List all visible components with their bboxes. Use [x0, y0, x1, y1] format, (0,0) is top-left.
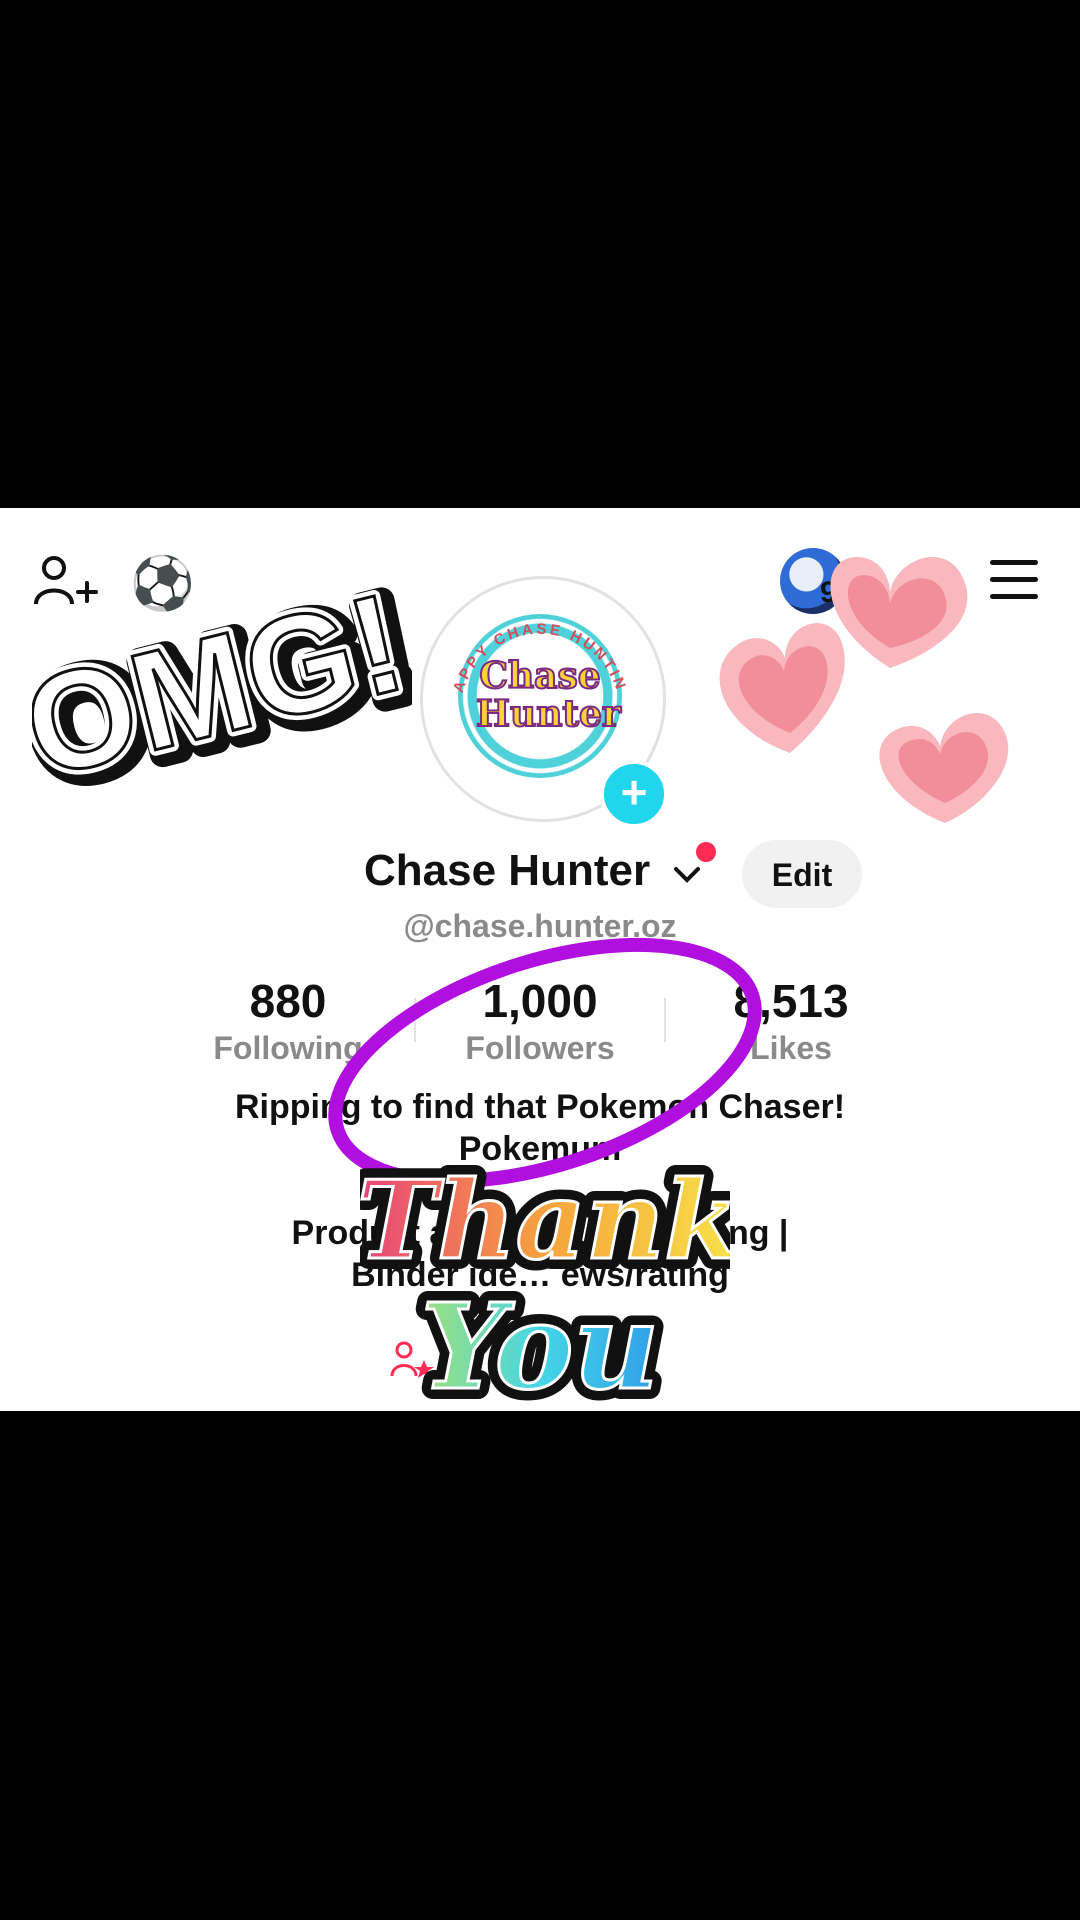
display-name: Chase Hunter	[364, 846, 651, 895]
hearts-sticker	[719, 556, 1009, 823]
svg-text:You: You	[421, 1277, 659, 1411]
avatar-logo: Chase Hunter	[475, 648, 622, 748]
svg-text:OMG!: OMG!	[32, 568, 412, 807]
profile-panel: ⚽ 9 HAPPY CHASE HUNTING Chase Hunter + C…	[0, 508, 1080, 1411]
plus-icon[interactable]: +	[600, 760, 668, 828]
notification-dot	[696, 842, 716, 862]
edit-profile-button[interactable]: Edit	[742, 840, 862, 908]
thank-you-sticker: Thank Thank You You	[360, 1147, 730, 1411]
svg-text:Thank: Thank	[360, 1158, 730, 1284]
omg-sticker: OMG! OMG! OMG!	[32, 568, 412, 818]
chevron-down-icon[interactable]	[670, 858, 704, 892]
logo-line-2: Hunter	[475, 693, 622, 735]
logo-line-1: Chase	[478, 655, 601, 697]
